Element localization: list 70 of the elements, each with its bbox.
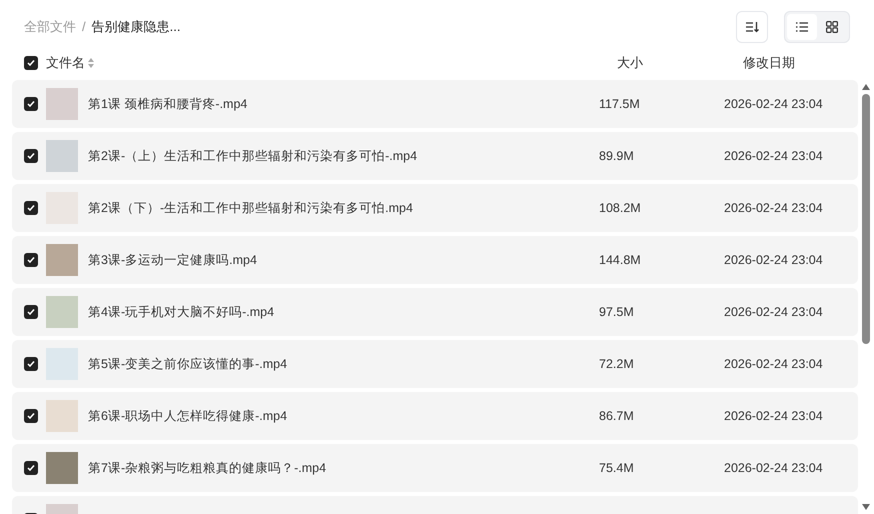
video-thumbnail xyxy=(46,88,78,120)
checkmark-icon xyxy=(27,152,35,160)
checkmark-icon xyxy=(27,464,35,472)
video-thumbnail xyxy=(46,400,78,432)
checkmark-icon xyxy=(27,100,35,108)
column-header[interactable]: 文件名 xyxy=(46,53,85,73)
modified-date: 2026-02-24 23:04 xyxy=(724,460,823,477)
list-icon xyxy=(796,22,808,32)
modified-date: 2026-02-24 23:04 xyxy=(724,200,823,217)
modified-date: 2026-02-24 23:04 xyxy=(724,408,823,425)
checkmark-icon xyxy=(27,360,35,368)
file-name[interactable]: 第1课 颈椎病和腰背疼-.mp4 xyxy=(88,94,599,114)
file-size: 75.4M xyxy=(599,460,635,477)
file-name[interactable]: 第4课-玩手机对大脑不好吗-.mp4 xyxy=(88,302,599,322)
checkbox[interactable] xyxy=(24,149,38,163)
file-row[interactable]: 第4课-玩手机对大脑不好吗-.mp4 97.5M 2026-02-24 23:04 xyxy=(12,288,858,336)
checkbox[interactable] xyxy=(24,56,38,70)
file-row[interactable]: 第7课-杂粮粥与吃粗粮真的健康吗？-.mp4 75.4M 2026-02-24 23:04 xyxy=(12,444,858,492)
file-size: 89.9M xyxy=(599,148,635,165)
file-name[interactable]: 第2课（下）-生活和工作中那些辐射和污染有多可怕.mp4 xyxy=(88,198,599,218)
modified-date: 2026-02-24 23:04 xyxy=(724,148,823,165)
video-thumbnail xyxy=(46,296,78,328)
file-name[interactable]: 第3课-多运动一定健康吗.mp4 xyxy=(88,250,599,270)
modified-date: 2026-02-24 23:04 xyxy=(724,304,823,321)
video-thumbnail xyxy=(46,140,78,172)
file-name[interactable]: 第2课-（上）生活和工作中那些辐射和污染有多可怕-.mp4 xyxy=(88,146,599,166)
file-row[interactable]: 第2课（下）-生活和工作中那些辐射和污染有多可怕.mp4 108.2M 2026-02-24 23:04 xyxy=(12,184,858,232)
video-thumbnail xyxy=(46,452,78,484)
scroll-up-icon[interactable] xyxy=(862,84,870,90)
file-size: 108.2M xyxy=(599,200,642,217)
file-row[interactable]: 第6课-职场中人怎样吃得健康-.mp4 86.7M 2026-02-24 23:04 xyxy=(12,392,858,440)
checkbox[interactable] xyxy=(24,97,38,111)
file-name[interactable]: 第6课-职场中人怎样吃得健康-.mp4 xyxy=(88,406,599,426)
checkmark-icon xyxy=(27,59,35,67)
file-size: 72.2M xyxy=(599,356,635,373)
checkbox[interactable] xyxy=(24,357,38,371)
checkmark-icon xyxy=(27,204,35,212)
modified-date: 2026-02-24 23:04 xyxy=(724,252,823,269)
column-header[interactable]: 修改日期 xyxy=(743,53,795,73)
modified-date: 2026-02-24 23:04 xyxy=(724,96,823,113)
file-size: 97.5M xyxy=(599,304,635,321)
checkmark-icon xyxy=(27,308,35,316)
scroll-down-icon[interactable] xyxy=(862,504,870,510)
checkbox[interactable] xyxy=(24,305,38,319)
breadcrumb-current: 告别健康隐患... xyxy=(92,18,180,36)
checkbox[interactable] xyxy=(24,461,38,475)
file-size: 144.8M xyxy=(599,252,642,269)
column-header[interactable]: 大小 xyxy=(617,53,717,73)
breadcrumb-separator: / xyxy=(82,18,86,36)
list-view-button[interactable] xyxy=(787,14,817,40)
file-size: 86.7M xyxy=(599,408,635,425)
file-name[interactable]: 第7课-杂粮粥与吃粗粮真的健康吗？-.mp4 xyxy=(88,458,599,478)
checkbox[interactable] xyxy=(24,201,38,215)
video-thumbnail xyxy=(46,244,78,276)
sort-arrows-icon xyxy=(88,58,94,68)
sort-button[interactable] xyxy=(736,11,768,43)
modified-date: 2026-02-24 23:04 xyxy=(724,356,823,373)
checkbox[interactable] xyxy=(24,253,38,267)
file-row[interactable]: 第3课-多运动一定健康吗.mp4 144.8M 2026-02-24 23:04 xyxy=(12,236,858,284)
file-row[interactable]: 第5课-变美之前你应该懂的事-.mp4 72.2M 2026-02-24 23:04 xyxy=(12,340,858,388)
scrollbar-thumb[interactable] xyxy=(862,94,870,344)
file-size: 117.5M xyxy=(599,96,641,113)
checkmark-icon xyxy=(27,412,35,420)
file-name[interactable]: 第5课-变美之前你应该懂的事-.mp4 xyxy=(88,354,599,374)
sort-icon xyxy=(745,21,759,33)
checkmark-icon xyxy=(27,256,35,264)
file-row[interactable]: 第1课 颈椎病和腰背疼-.mp4 117.5M 2026-02-24 23:04 xyxy=(12,80,858,128)
file-row[interactable]: 第2课-（上）生活和工作中那些辐射和污染有多可怕-.mp4 89.9M 2026-02-24 23:04 xyxy=(12,132,858,180)
checkbox[interactable] xyxy=(24,409,38,423)
grid-icon xyxy=(826,21,838,33)
